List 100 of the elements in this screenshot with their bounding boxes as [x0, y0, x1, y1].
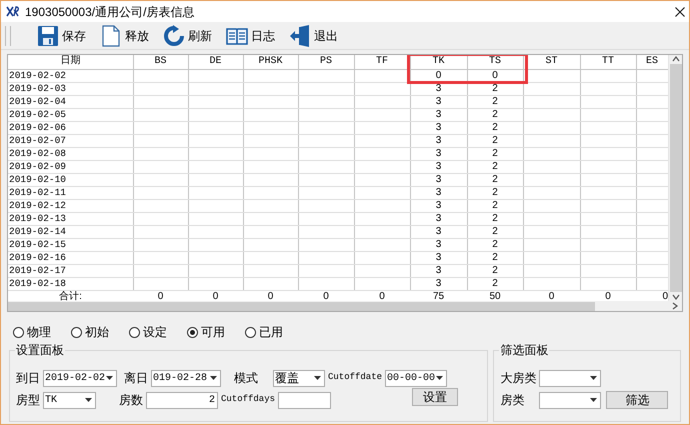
table-cell: 2019-02-15 [8, 238, 133, 251]
table-cell: 2 [467, 212, 523, 225]
toolbar-button[interactable]: 日志 [220, 22, 281, 48]
total-cell: 0 [243, 290, 298, 301]
total-cell: 0 [523, 290, 580, 301]
set-button[interactable]: 设置 [412, 388, 458, 406]
field-label: 离日 [124, 370, 148, 387]
category-dropdown[interactable] [539, 370, 602, 386]
scroll-up-icon [672, 55, 680, 63]
table-cell: 2 [467, 186, 523, 199]
date-dropdown[interactable]: 2019-02-02 [43, 370, 117, 386]
table-cell: 2019-02-14 [8, 225, 133, 238]
save-icon [37, 24, 59, 46]
total-cell: 0 [354, 290, 410, 301]
table-cell: 2019-02-10 [8, 173, 133, 186]
table-cell: 2019-02-16 [8, 251, 133, 264]
date-dropdown[interactable]: 019-02-28 [151, 370, 221, 386]
table-cell: 2019-02-17 [8, 264, 133, 277]
caret-icon [106, 376, 113, 380]
column-header[interactable]: DE [188, 55, 243, 69]
date-dropdown[interactable]: 00-00-00 [385, 370, 448, 386]
exit-icon [289, 24, 311, 46]
table-cell: 2 [467, 160, 523, 173]
table-cell: 2 [467, 251, 523, 264]
column-header[interactable]: TK [410, 55, 467, 69]
horizontal-scrollbar[interactable] [8, 301, 682, 311]
table-cell: 2 [467, 238, 523, 251]
cutoff-days-field[interactable] [278, 392, 332, 408]
table-cell: 2 [467, 134, 523, 147]
close-button[interactable] [675, 6, 685, 16]
total-label: 合计: [8, 290, 133, 301]
column-header[interactable]: TF [354, 55, 410, 69]
total-cell: 50 [467, 290, 523, 301]
toolbar-button[interactable]: 保存 [31, 22, 92, 48]
column-header[interactable]: TT [580, 55, 636, 69]
filter-button[interactable]: 筛选 [606, 391, 668, 409]
column-header[interactable]: TS [467, 55, 523, 69]
toolbar-button[interactable]: 释放 [94, 22, 155, 48]
table-cell: 2 [467, 225, 523, 238]
total-cell: 0 [580, 290, 636, 301]
caret-icon [210, 376, 217, 380]
table-cell: 2 [467, 264, 523, 277]
table-cell: 2019-02-06 [8, 121, 133, 134]
toolbar-button[interactable]: 刷新 [157, 22, 218, 48]
table-cell: 3 [410, 121, 467, 134]
table-cell: 3 [410, 134, 467, 147]
table-cell: 2 [467, 108, 523, 121]
total-cell: 0 [188, 290, 243, 301]
field-label: 房数 [119, 392, 143, 409]
table-cell: 3 [410, 147, 467, 160]
radio-option[interactable]: 可用 [187, 323, 225, 341]
total-cell: 0 [298, 290, 354, 301]
table-cell: 2 [467, 82, 523, 95]
total-cell: 0 [636, 290, 668, 301]
radio-option[interactable]: 设定 [129, 323, 167, 341]
table-cell: 2019-02-18 [8, 277, 133, 290]
app-logo-icon [6, 6, 19, 17]
column-header[interactable]: PS [298, 55, 354, 69]
scroll-right-icon [671, 302, 679, 310]
table-cell: 3 [410, 160, 467, 173]
table-cell: 2019-02-11 [8, 186, 133, 199]
mode-dropdown[interactable]: 覆盖 [273, 370, 325, 386]
table-cell: 3 [410, 277, 467, 290]
table-cell: 2019-02-12 [8, 199, 133, 212]
table-cell: 3 [410, 186, 467, 199]
field-label: 大房类 [500, 370, 536, 387]
close-icon [675, 6, 685, 16]
table-cell: 2 [467, 173, 523, 186]
table-cell: 3 [410, 173, 467, 186]
table-cell: 0 [467, 69, 523, 82]
column-header[interactable]: BS [133, 55, 188, 69]
column-header[interactable]: PHSK [243, 55, 298, 69]
radio-option[interactable]: 物理 [13, 323, 51, 341]
table-cell: 3 [410, 82, 467, 95]
table-cell: 3 [410, 199, 467, 212]
table-cell: 3 [410, 225, 467, 238]
table-cell: 2019-02-07 [8, 134, 133, 147]
vertical-scrollbar[interactable] [668, 55, 682, 301]
document-icon [100, 24, 122, 46]
radio-option[interactable]: 初始 [71, 323, 109, 341]
table-cell: 3 [410, 238, 467, 251]
room-count-field[interactable]: 2 [146, 392, 218, 408]
table-cell: 2019-02-09 [8, 160, 133, 173]
table-cell: 2 [467, 121, 523, 134]
room-class-dropdown[interactable] [539, 392, 602, 408]
caret-icon [85, 398, 92, 402]
caret-icon [590, 398, 598, 402]
column-header[interactable]: ST [523, 55, 580, 69]
field-label: 到日 [16, 370, 40, 387]
group-title: 筛选面板 [499, 343, 550, 357]
total-cell: 75 [410, 290, 467, 301]
table-cell: 2 [467, 147, 523, 160]
toolbar-button[interactable]: 退出 [283, 22, 344, 48]
field-label: 房型 [16, 392, 40, 409]
table-cell: 2 [467, 277, 523, 290]
radio-option[interactable]: 已用 [245, 323, 283, 341]
table-cell: 2019-02-05 [8, 108, 133, 121]
room-type-dropdown[interactable]: TK [43, 392, 96, 408]
scroll-down-icon [672, 293, 680, 301]
table-cell: 2 [467, 95, 523, 108]
